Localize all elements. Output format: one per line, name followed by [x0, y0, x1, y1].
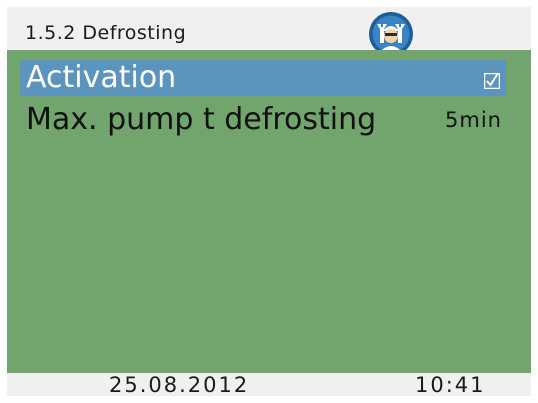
page-title: 1.5.2 Defrosting [25, 22, 187, 44]
menu-item-activation[interactable]: Activation [20, 60, 506, 96]
menu-area: Activation Max. pump t defrosting 5min [7, 50, 531, 373]
date-display: 25.08.2012 [109, 373, 250, 397]
menu-item-label: Max. pump t defrosting [26, 102, 377, 137]
menu-item-label: Activation [26, 60, 177, 95]
checkbox-checked-icon[interactable] [484, 73, 500, 89]
header-bar: 1.5.2 Defrosting [7, 7, 531, 56]
menu-item-max-pump-t-defrosting[interactable]: Max. pump t defrosting 5min [20, 102, 506, 138]
time-display: 10:41 [415, 373, 486, 397]
status-bar: 25.08.2012 10:41 [7, 373, 531, 397]
menu-item-value: 5min [445, 108, 502, 132]
controller-display: 1.5.2 Defrosting Activation Max. pump t … [7, 7, 531, 397]
